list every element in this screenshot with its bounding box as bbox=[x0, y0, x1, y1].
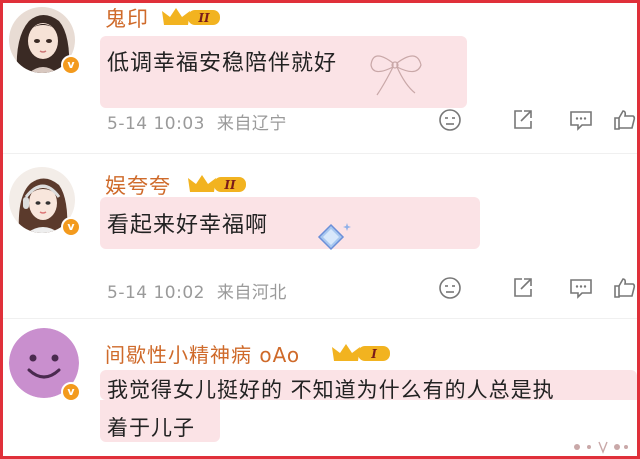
comment-meta: 5-14 10:03 来自辽宁 bbox=[107, 109, 287, 134]
comment-meta: 5-14 10:02 来自河北 bbox=[107, 278, 287, 303]
share-icon[interactable] bbox=[510, 107, 536, 133]
level-label: II bbox=[223, 178, 236, 192]
username[interactable]: 娱夸夸 bbox=[105, 170, 171, 200]
username[interactable]: 鬼印 bbox=[105, 3, 149, 33]
comment-2: v 娱夸夸 II 看起来好幸福啊 5-14 10:02 来自河北 bbox=[3, 153, 637, 318]
crown-level-badge-icon: I bbox=[332, 344, 390, 361]
comment-3: v 间歇性小精神病 oAo I 我觉得女儿挺好的 不知道为什么有的人总是执 着于… bbox=[3, 318, 637, 459]
location: 来自河北 bbox=[216, 283, 287, 303]
verified-badge-icon: v bbox=[61, 217, 81, 237]
more-icon[interactable] bbox=[437, 107, 463, 133]
location: 来自辽宁 bbox=[216, 114, 287, 134]
crown-level-badge-icon: II bbox=[162, 8, 220, 25]
comment-text: 看起来好幸福啊 bbox=[107, 213, 269, 238]
comment-text: 低调幸福安稳陪伴就好 bbox=[107, 51, 338, 76]
comment-icon[interactable] bbox=[568, 107, 594, 133]
comment-1: v 鬼印 II 低调幸福安稳陪伴就好 5-14 10:03 来自辽宁 bbox=[3, 3, 637, 153]
comment-text-line2: 着于儿子 bbox=[107, 416, 195, 440]
username[interactable]: 间歇性小精神病 oAo bbox=[105, 339, 300, 368]
timestamp: 5-14 10:02 bbox=[107, 283, 205, 303]
verified-badge-icon: v bbox=[61, 382, 81, 402]
crown-level-badge-icon: II bbox=[188, 175, 246, 192]
more-icon[interactable] bbox=[437, 275, 463, 301]
ribbon-bow-icon bbox=[370, 55, 422, 96]
verified-badge-icon: v bbox=[61, 55, 81, 75]
comment-icon[interactable] bbox=[568, 275, 594, 301]
like-icon[interactable] bbox=[612, 275, 638, 301]
diamond-sticker-icon bbox=[317, 223, 351, 251]
like-icon[interactable] bbox=[612, 107, 638, 133]
timestamp: 5-14 10:03 bbox=[107, 114, 205, 134]
level-label: II bbox=[197, 11, 210, 25]
watermark-icon bbox=[574, 441, 628, 454]
level-label: I bbox=[370, 347, 377, 361]
comment-text-line1: 我觉得女儿挺好的 不知道为什么有的人总是执 bbox=[107, 378, 555, 402]
share-icon[interactable] bbox=[510, 275, 536, 301]
